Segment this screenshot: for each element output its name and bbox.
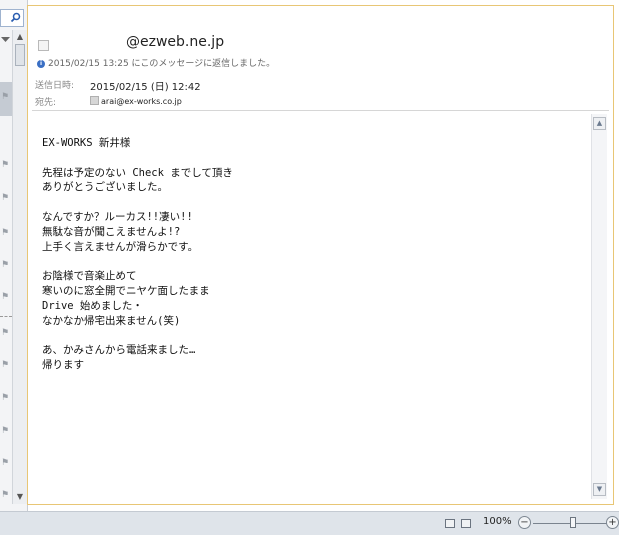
scroll-up-arrow-icon[interactable]: ▲	[14, 31, 26, 43]
flag-icon[interactable]: ⚑	[1, 328, 11, 338]
body-line: 無駄な音が聞こえませんよ!?	[42, 225, 181, 238]
flag-icon[interactable]: ⚑	[1, 426, 11, 436]
zoom-out-button[interactable]: −	[518, 516, 531, 529]
scroll-down-arrow-icon[interactable]: ▼	[14, 491, 26, 503]
flag-icon[interactable]: ⚑	[1, 193, 11, 203]
zoom-in-button[interactable]: +	[606, 516, 619, 529]
normal-view-icon[interactable]	[445, 519, 455, 528]
flag-icon[interactable]: ⚑	[1, 393, 11, 403]
zoom-slider-thumb[interactable]	[570, 517, 576, 528]
flag-icon[interactable]: ⚑	[1, 92, 11, 102]
scroll-thumb[interactable]	[15, 44, 25, 66]
body-line	[42, 328, 233, 343]
status-bar: 100% − +	[0, 511, 619, 535]
flag-icon[interactable]: ⚑	[1, 260, 11, 270]
info-icon: i	[37, 60, 45, 68]
reply-info-bar[interactable]: i 2015/02/15 13:25 にこのメッセージに返信しました。	[37, 56, 275, 69]
body-line: なかなか帰宅出来ません(笑)	[42, 314, 181, 327]
reply-info-text: 2015/02/15 13:25 にこのメッセージに返信しました。	[48, 59, 276, 69]
body-line: 帰ります	[42, 358, 84, 371]
message-list-scrollbar[interactable]: ▲ ▼	[12, 30, 27, 504]
scroll-down-arrow-icon[interactable]: ▼	[593, 483, 606, 496]
reading-view-icon[interactable]	[461, 519, 471, 528]
message-header: @ezweb.ne.jp i 2015/02/15 13:25 にこのメッセージに…	[28, 6, 613, 114]
body-line: 上手く言えませんが滑らかです。	[42, 240, 199, 253]
zoom-level[interactable]: 100%	[483, 516, 512, 527]
list-divider	[0, 316, 12, 317]
filter-dropdown-icon[interactable]	[0, 30, 11, 42]
sent-label: 送信日時:	[35, 81, 75, 91]
flag-icon[interactable]: ⚑	[1, 360, 11, 370]
scroll-up-arrow-icon[interactable]: ▲	[593, 117, 606, 130]
to-value[interactable]: arai@ex-works.co.jp	[101, 97, 182, 106]
to-recipient[interactable]: arai@ex-works.co.jp	[90, 96, 182, 106]
sent-value: 2015/02/15 (日) 12:42	[90, 82, 201, 93]
reading-pane: @ezweb.ne.jp i 2015/02/15 13:25 にこのメッセージに…	[27, 5, 614, 505]
to-row: 宛先: arai@ex-works.co.jp	[35, 95, 182, 108]
flag-icon[interactable]: ⚑	[1, 160, 11, 170]
search-icon[interactable]	[10, 12, 21, 23]
sender-address: @ezweb.ne.jp	[126, 34, 225, 50]
flag-icon[interactable]: ⚑	[1, 490, 11, 500]
body-line: EX-WORKS 新井様	[42, 137, 131, 149]
body-line: Drive 始めました・	[42, 299, 143, 312]
select-checkbox[interactable]	[38, 40, 49, 51]
flag-icon[interactable]: ⚑	[1, 228, 11, 238]
body-line: お陰様で音楽止めて	[42, 270, 137, 283]
body-line: 寒いのに窓全開でニヤケ面したまま	[42, 284, 210, 297]
message-list-pane: ⚑ ⚑ ⚑ ⚑ ⚑ ⚑ ⚑ ⚑ ⚑ ⚑ ⚑ ⚑ ▲ ▼	[0, 0, 28, 511]
contact-icon	[90, 96, 99, 105]
message-body: EX-WORKS 新井様 先程は予定のない Check までして頂き ありがとう…	[42, 136, 233, 373]
body-scrollbar[interactable]: ▲ ▼	[591, 114, 607, 499]
body-line	[42, 254, 233, 269]
body-line	[42, 151, 233, 166]
sent-row: 送信日時: 2015/02/15 (日) 12:42	[35, 78, 201, 93]
body-line: あ、かみさんから電話来ました…	[42, 344, 196, 357]
body-line: ありがとうございました。	[42, 181, 168, 194]
body-line: なんですか？ルーカス!!凄い!!	[42, 210, 193, 223]
flag-icon[interactable]: ⚑	[1, 292, 11, 302]
flag-icon[interactable]: ⚑	[1, 458, 11, 468]
body-line	[42, 195, 233, 210]
to-label: 宛先:	[35, 98, 57, 108]
body-line: 先程は予定のない Check までして頂き	[42, 166, 233, 179]
header-separator	[32, 110, 609, 111]
search-box[interactable]	[0, 9, 24, 27]
